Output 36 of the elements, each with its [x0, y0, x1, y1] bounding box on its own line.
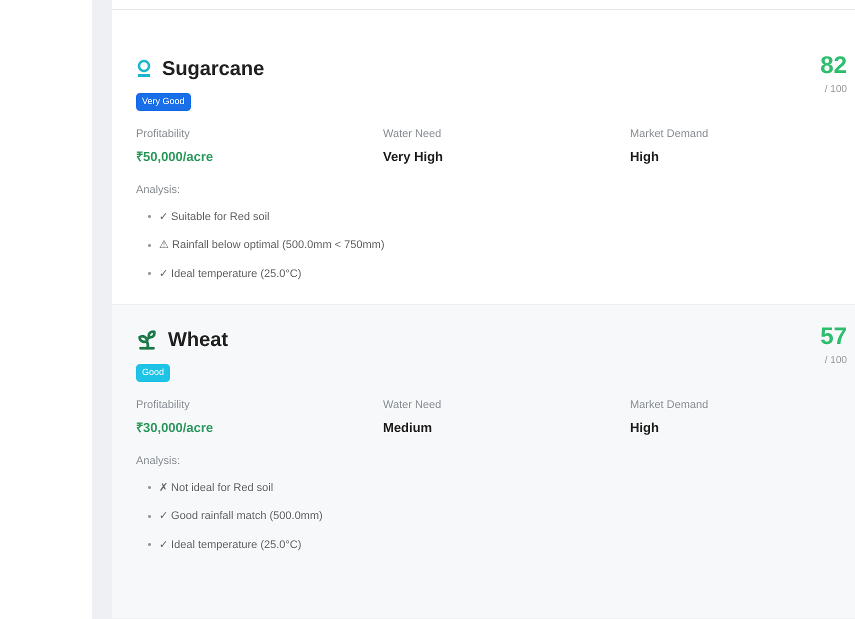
bullet-icon [148, 272, 151, 276]
metric-value: ₹30,000/acre [136, 418, 214, 436]
metric-label: Profitability [136, 398, 191, 413]
score-value: 57 [820, 325, 847, 349]
metric-label: Market Demand [630, 398, 710, 413]
rating-badge: Good [136, 364, 170, 382]
analysis-item: ✓ Suitable for Red soil [159, 210, 270, 224]
score-value: 82 [820, 54, 847, 78]
rating-badge: Very Good [136, 93, 191, 110]
sprout-icon [136, 329, 158, 351]
metric-value: High [630, 148, 660, 166]
metric-value: Very High [383, 148, 444, 166]
analysis-item: ✓ Ideal temperature (25.0°C) [159, 538, 302, 552]
crop-name: Sugarcane [162, 57, 264, 82]
metric-value: High [630, 418, 660, 437]
analysis-item: ✓ Ideal temperature (25.0°C) [159, 266, 302, 282]
metric-label: Market Demand [630, 127, 710, 142]
analysis-item: ✗ Not ideal for Red soil [159, 480, 274, 496]
score-max: / 100 [824, 83, 847, 97]
metric-label: Profitability [136, 127, 191, 142]
crop-name: Wheat [168, 328, 228, 353]
award-icon [136, 59, 152, 79]
bullet-icon [148, 514, 151, 518]
bullet-icon [148, 486, 151, 490]
bullet-icon [148, 543, 151, 546]
bullet-icon [148, 244, 151, 247]
analysis-label: Analysis: [136, 183, 182, 198]
score-max: / 100 [824, 354, 847, 368]
analysis-item: ✓ Good rainfall match (500.0mm) [159, 509, 323, 524]
metric-label: Water Need [383, 127, 442, 142]
metric-value: Medium [383, 418, 434, 436]
metric-label: Water Need [383, 398, 442, 413]
metric-value: ₹50,000/acre [136, 148, 214, 166]
analysis-label: Analysis: [136, 454, 182, 469]
bullet-icon [148, 215, 151, 218]
analysis-item: ⚠ Rainfall below optimal (500.0mm < 750mm) [159, 238, 385, 253]
